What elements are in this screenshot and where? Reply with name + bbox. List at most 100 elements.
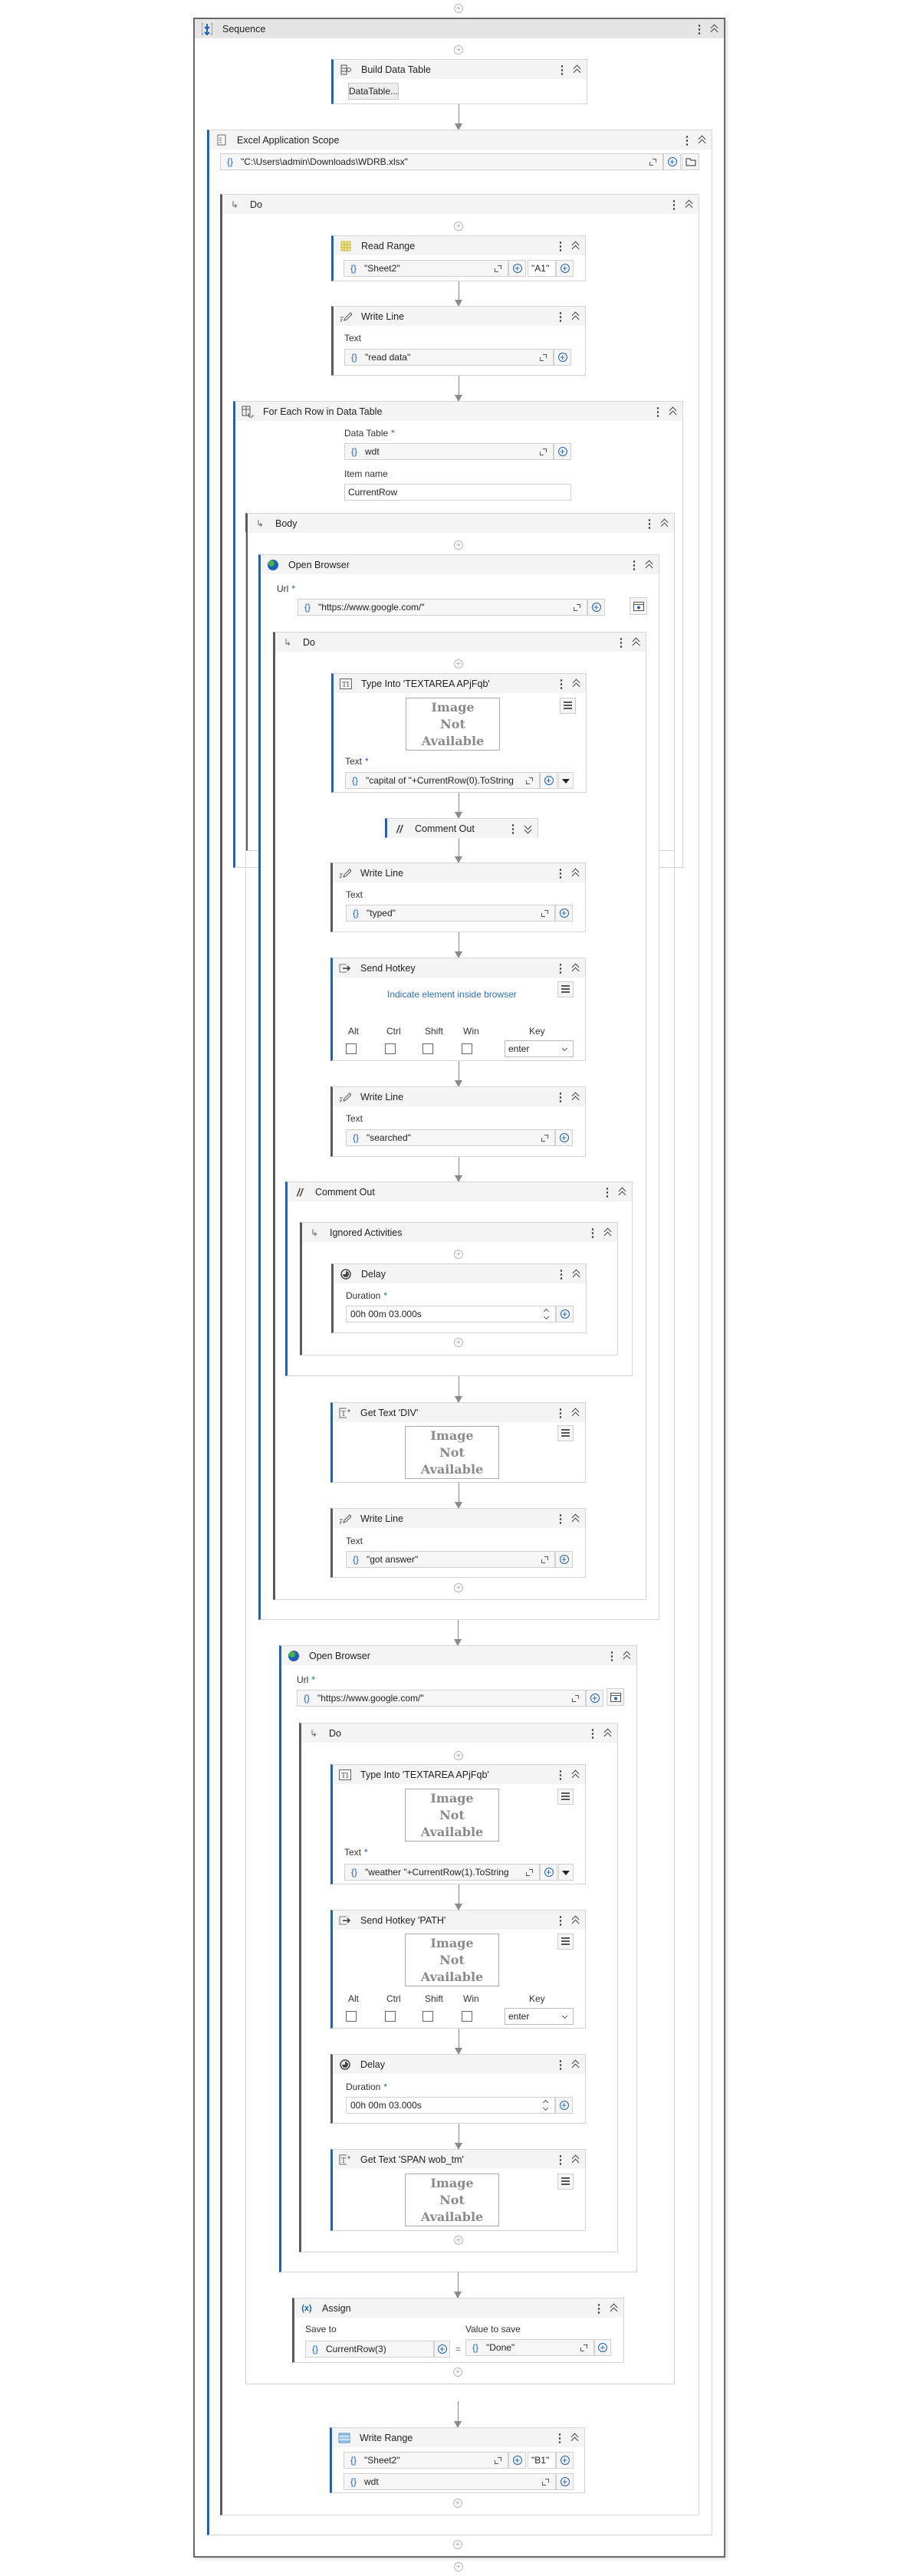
sheet-name-input[interactable]: {} "Sheet2" [344, 2452, 508, 2469]
text-input[interactable]: {} "weather "+CurrentRow(1).ToString [344, 1864, 540, 1881]
add-activity-drop-point[interactable] [454, 1583, 463, 1592]
select-browser-button[interactable] [630, 597, 647, 615]
text-input[interactable]: {} "got answer" [346, 1551, 555, 1568]
expand-icon[interactable] [574, 603, 580, 611]
expand-icon[interactable] [542, 2478, 549, 2486]
add-activity-drop-point[interactable] [453, 2540, 462, 2549]
activity-header[interactable]: Write Line [333, 863, 585, 882]
win-checkbox[interactable] [462, 1043, 472, 1054]
add-activity-drop-point[interactable] [454, 1751, 463, 1760]
activity-header[interactable]: TI Type Into 'TEXTAREA APjFqb' [333, 1765, 585, 1784]
ctrl-checkbox[interactable] [385, 1043, 396, 1054]
activity-header[interactable]: Write Line [334, 307, 585, 326]
activity-header[interactable]: Delay [334, 1264, 586, 1283]
collapse-icon[interactable] [640, 560, 659, 570]
collapse-icon[interactable] [656, 518, 674, 529]
more-options-icon[interactable] [554, 2431, 566, 2445]
target-options-menu[interactable] [557, 1789, 574, 1805]
data-table-input[interactable]: {} wdt [344, 2473, 556, 2490]
collapse-icon[interactable] [567, 1769, 585, 1780]
add-variable-button[interactable] [554, 443, 571, 460]
add-variable-button[interactable] [555, 2097, 573, 2114]
write-line-activity[interactable]: Write Line [330, 863, 586, 932]
collapse-icon[interactable] [567, 1269, 586, 1280]
add-activity-drop-point[interactable] [454, 659, 463, 669]
add-variable-button[interactable] [508, 2452, 526, 2469]
more-options-icon[interactable] [507, 822, 519, 836]
more-options-icon[interactable] [593, 2302, 605, 2315]
workbook-path-input[interactable]: {} "C:\Users\admin\Downloads\WDRB.xlsx" [220, 153, 663, 170]
value-to-save-input[interactable]: {} "Done" [465, 2339, 594, 2356]
collapse-icon[interactable] [567, 1092, 585, 1102]
more-options-icon[interactable] [554, 1768, 567, 1782]
key-select[interactable]: enter [505, 2008, 574, 2025]
expand-icon[interactable] [541, 909, 548, 917]
sequence-header[interactable]: Sequence [195, 19, 724, 38]
expand-icon[interactable] [572, 1694, 579, 1702]
add-variable-button[interactable] [556, 260, 574, 277]
add-variable-button[interactable] [434, 2341, 450, 2358]
more-options-icon[interactable] [555, 1267, 567, 1281]
add-variable-button[interactable] [556, 2452, 574, 2469]
expand-icon[interactable] [495, 264, 501, 272]
duration-input[interactable]: 00h 00m 03.000s [346, 1306, 556, 1322]
datatable-button[interactable]: DataTable... [348, 83, 399, 100]
save-to-input[interactable]: {} CurrentRow(3) [305, 2341, 434, 2358]
expand-icon[interactable] [526, 777, 533, 784]
shift-checkbox[interactable] [422, 1043, 433, 1054]
collapse-icon[interactable] [567, 311, 585, 322]
collapse-icon[interactable] [627, 637, 646, 648]
more-options-icon[interactable] [628, 558, 640, 572]
collapse-icon[interactable] [567, 241, 585, 251]
add-activity-drop-point[interactable] [454, 1250, 463, 1259]
target-options-menu[interactable] [560, 698, 576, 714]
add-variable-button[interactable] [508, 260, 526, 277]
add-activity-drop-point[interactable] [453, 2499, 462, 2508]
add-activity-drop-point[interactable] [454, 45, 463, 54]
more-options-icon[interactable] [615, 636, 627, 649]
activity-header[interactable]: Build Data Table [334, 60, 587, 79]
add-variable-button[interactable] [556, 2473, 574, 2490]
add-activity-drop-point[interactable] [454, 2562, 463, 2571]
ctrl-checkbox[interactable] [385, 2011, 396, 2022]
add-variable-button[interactable] [594, 2339, 611, 2356]
add-variable-button[interactable] [555, 1551, 573, 1568]
activity-header[interactable]: Write Line [333, 1509, 585, 1528]
collapse-icon[interactable] [693, 135, 712, 146]
more-options-icon[interactable] [554, 2058, 567, 2072]
data-table-input[interactable]: {} wdt [344, 443, 554, 460]
range-input[interactable]: "A1" [528, 260, 556, 277]
activity-header[interactable]: (x) Assign [294, 2298, 623, 2318]
target-options-menu[interactable] [557, 2174, 574, 2190]
target-screenshot-placeholder[interactable]: Image Not Available [405, 2174, 499, 2226]
more-options-icon[interactable] [693, 22, 705, 36]
text-options-dropdown[interactable] [558, 772, 574, 789]
add-activity-drop-point[interactable] [454, 4, 463, 13]
more-options-icon[interactable] [554, 1090, 567, 1104]
activity-header[interactable]: T Get Text 'DIV' [333, 1403, 585, 1422]
more-options-icon[interactable] [554, 1406, 567, 1420]
add-activity-drop-point[interactable] [454, 540, 463, 550]
collapse-icon[interactable] [567, 868, 585, 879]
add-activity-drop-point[interactable] [453, 2367, 462, 2377]
more-options-icon[interactable] [554, 961, 567, 975]
more-options-icon[interactable] [668, 198, 680, 212]
browse-folder-button[interactable] [682, 153, 699, 170]
add-variable-button[interactable] [555, 1129, 573, 1146]
activity-header[interactable]: Write Range [332, 2428, 584, 2447]
activity-header[interactable]: ↳ Do [222, 195, 699, 214]
expand-icon[interactable] [540, 448, 547, 455]
activity-header[interactable]: ↳ Do [301, 1723, 617, 1743]
expand-icon[interactable] [541, 1134, 548, 1142]
collapse-icon[interactable] [567, 1408, 585, 1418]
activity-header[interactable]: ↳ Body [248, 514, 674, 533]
more-options-icon[interactable] [652, 405, 664, 419]
win-checkbox[interactable] [462, 2011, 472, 2022]
collapse-icon[interactable] [705, 24, 724, 34]
more-options-icon[interactable] [554, 310, 567, 324]
comment-out-collapsed-activity[interactable]: // Comment Out [385, 818, 538, 838]
more-options-icon[interactable] [554, 866, 567, 880]
spinner-icon[interactable] [543, 1307, 551, 1321]
add-activity-drop-point[interactable] [454, 1338, 463, 1347]
more-options-icon[interactable] [681, 133, 693, 147]
